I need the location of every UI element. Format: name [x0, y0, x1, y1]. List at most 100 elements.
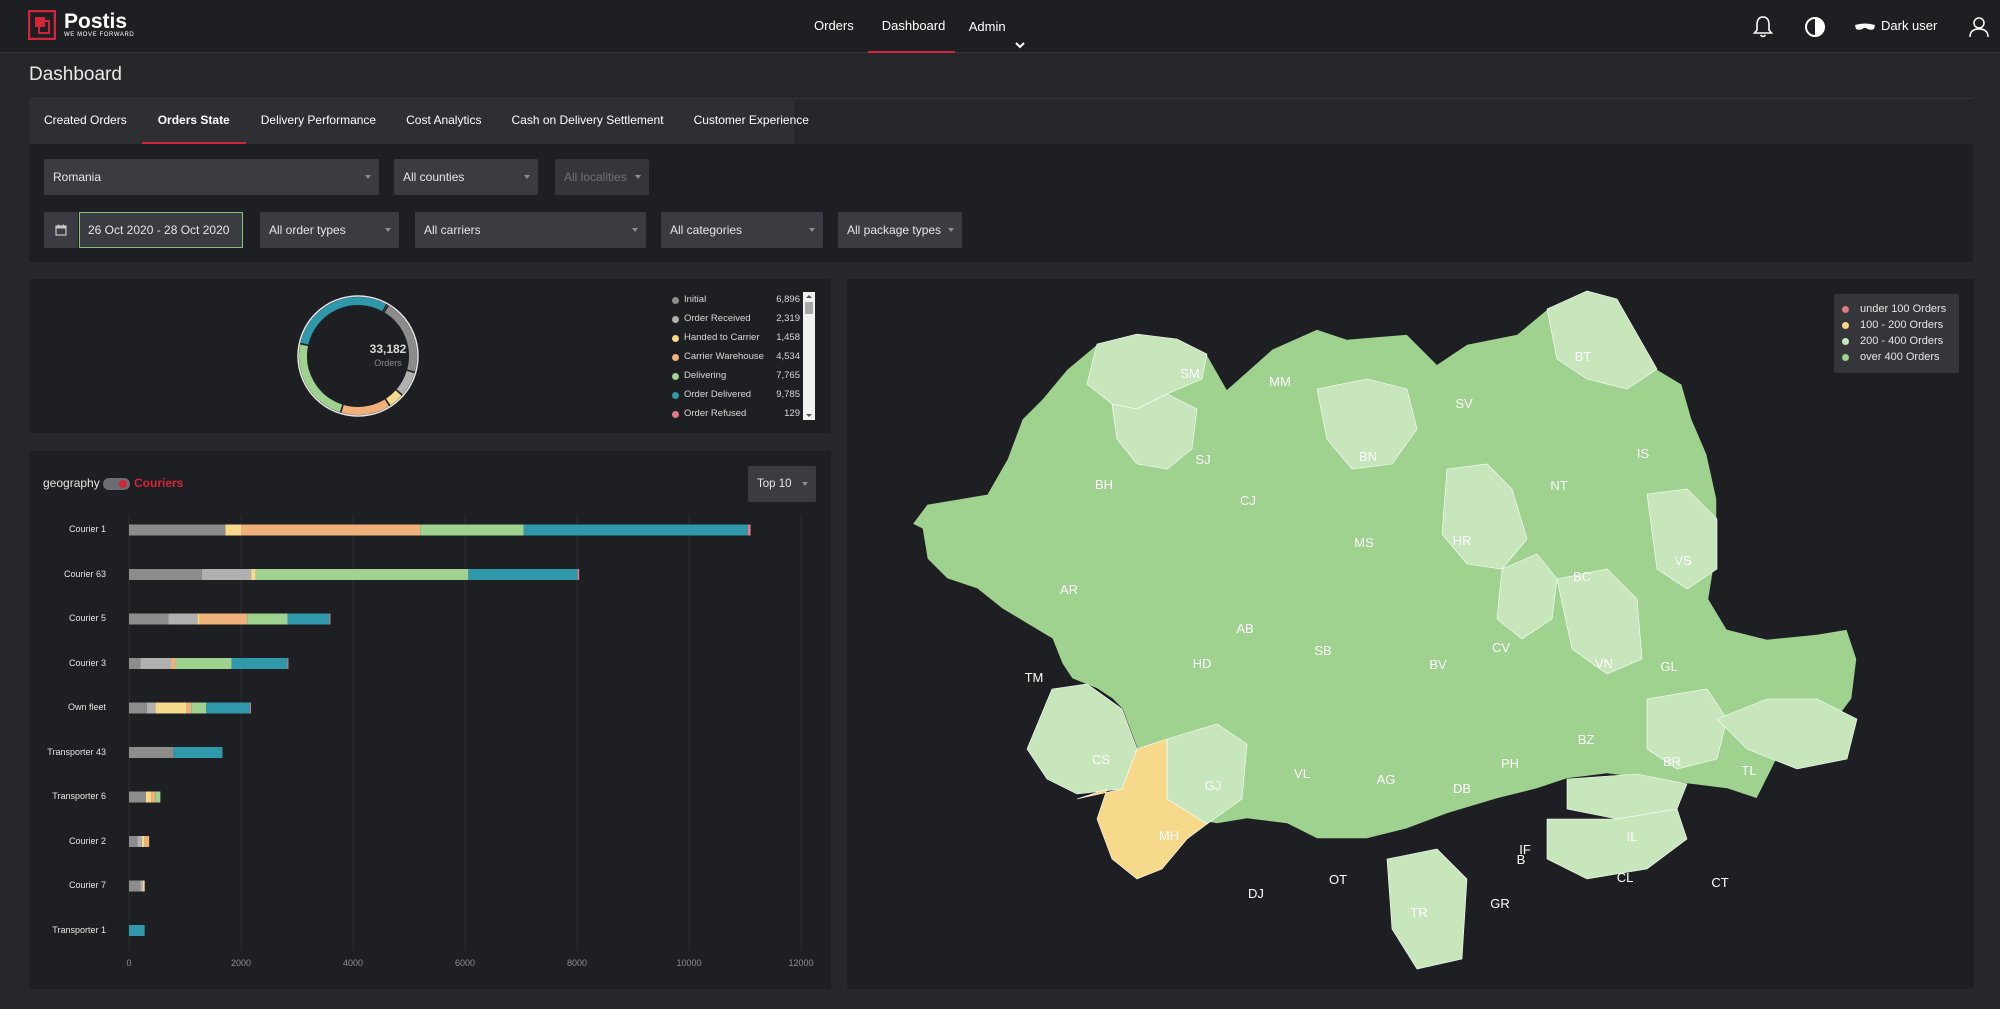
title-divider	[29, 98, 1973, 99]
map-legend-label: 100 - 200 Orders	[1860, 319, 1944, 331]
legend-name: Order Refused	[684, 408, 747, 419]
county-label-gj[interactable]: GJ	[1198, 778, 1228, 793]
county-label-b[interactable]: B	[1506, 852, 1536, 867]
caret-down-icon	[385, 228, 391, 232]
legend-scrollbar[interactable]	[803, 292, 815, 420]
county-label-vn[interactable]: VN	[1589, 656, 1619, 671]
logo[interactable]: Postis WE MOVE FORWARD	[27, 9, 135, 41]
county-label-cl[interactable]: CL	[1610, 870, 1640, 885]
legend-dot	[672, 354, 679, 361]
county-label-mm[interactable]: MM	[1265, 374, 1295, 389]
county-label-cs[interactable]: CS	[1086, 752, 1116, 767]
tab-orders-state[interactable]: Orders State	[141, 100, 246, 144]
county-label-bv[interactable]: BV	[1423, 657, 1453, 672]
localities-select-value: All localities	[564, 170, 627, 184]
carriers-select[interactable]: All carriers	[415, 212, 646, 248]
county-label-ot[interactable]: OT	[1323, 872, 1353, 887]
county-label-bt[interactable]: BT	[1568, 349, 1598, 364]
legend-name: Delivering	[684, 370, 727, 381]
county-label-hr[interactable]: HR	[1447, 533, 1477, 548]
caret-down-icon	[365, 175, 371, 179]
legend-dot	[672, 297, 679, 304]
county-label-bc[interactable]: BC	[1567, 569, 1597, 584]
caret-down-icon	[809, 228, 815, 232]
caret-down-icon	[524, 175, 530, 179]
county-label-sj[interactable]: SJ	[1188, 452, 1218, 467]
county-label-sv[interactable]: SV	[1449, 396, 1479, 411]
romania-map	[910, 290, 1858, 970]
county-label-vl[interactable]: VL	[1287, 766, 1317, 781]
top-n-select[interactable]: Top 10	[748, 466, 816, 502]
county-label-is[interactable]: IS	[1628, 446, 1658, 461]
geography-couriers-toggle[interactable]	[103, 478, 130, 490]
tab-customer-experience[interactable]: Customer Experience	[679, 100, 824, 144]
map-legend-dot	[1842, 306, 1849, 313]
county-label-sm[interactable]: SM	[1175, 366, 1205, 381]
county-label-ag[interactable]: AG	[1371, 772, 1401, 787]
romania-map-panel: SM MM SV BT SJ BN IS BH CJ NT MS HR VS BC AR AB HD SB BV CV…	[847, 279, 1974, 989]
tab-created-orders[interactable]: Created Orders	[29, 100, 142, 144]
county-label-vs[interactable]: VS	[1668, 553, 1698, 568]
donut-slice[interactable]	[300, 297, 387, 345]
county-label-ab[interactable]: AB	[1230, 621, 1260, 636]
toggle-knob	[119, 480, 127, 488]
contrast-icon[interactable]	[1802, 14, 1828, 40]
user-name[interactable]: Dark user	[1881, 18, 1937, 33]
couriers-label: Couriers	[134, 476, 184, 490]
county-label-dj[interactable]: DJ	[1241, 886, 1271, 901]
county-label-bz[interactable]: BZ	[1571, 732, 1601, 747]
county-label-cj[interactable]: CJ	[1233, 493, 1263, 508]
county-label-ph[interactable]: PH	[1495, 756, 1525, 771]
nav-admin[interactable]: Admin	[955, 0, 1040, 53]
county-label-db[interactable]: DB	[1447, 781, 1477, 796]
counties-select[interactable]: All counties	[394, 159, 538, 195]
county-label-ms[interactable]: MS	[1349, 535, 1379, 550]
county-label-tr[interactable]: TR	[1404, 905, 1434, 920]
county-label-ar[interactable]: AR	[1054, 582, 1084, 597]
county-label-bh[interactable]: BH	[1089, 477, 1119, 492]
bar-category-label: Courier 1	[68, 524, 106, 534]
bell-icon[interactable]	[1750, 14, 1776, 40]
localities-select[interactable]: All localities	[555, 159, 649, 195]
county-label-bn[interactable]: BN	[1353, 449, 1383, 464]
caret-down-icon	[632, 228, 638, 232]
county-label-mh[interactable]: MH	[1154, 828, 1184, 843]
bar-category-label: Courier 7	[68, 880, 106, 890]
tab-cost-analytics[interactable]: Cost Analytics	[391, 100, 496, 144]
county-label-tl[interactable]: TL	[1734, 763, 1764, 778]
tab-cash-on-delivery-settlement[interactable]: Cash on Delivery Settlement	[496, 100, 678, 144]
county-label-br[interactable]: BR	[1657, 754, 1687, 769]
date-range-input[interactable]: 26 Oct 2020 - 28 Oct 2020	[79, 212, 243, 248]
county-label-hd[interactable]: HD	[1187, 656, 1217, 671]
nav-dashboard[interactable]: Dashboard	[867, 0, 955, 53]
caret-down-icon	[635, 175, 641, 179]
nav-admin-label: Admin	[968, 19, 1006, 34]
county-label-nt[interactable]: NT	[1544, 478, 1574, 493]
bar-category-label: Courier 2	[68, 835, 106, 846]
legend-value: 2,319	[776, 313, 800, 324]
x-axis-tick-label: 4000	[342, 958, 364, 968]
donut-slice[interactable]	[341, 399, 389, 415]
legend-dot	[672, 335, 679, 342]
x-axis-tick-label: 10000	[676, 958, 702, 968]
user-icon[interactable]	[1966, 14, 1992, 40]
categories-select[interactable]: All categories	[661, 212, 823, 248]
logo-tagline: WE MOVE FORWARD	[64, 32, 135, 38]
tab-delivery-performance[interactable]: Delivery Performance	[246, 100, 391, 144]
calendar-button[interactable]	[44, 212, 78, 248]
x-axis-tick-label: 2000	[230, 958, 252, 968]
bar-category-label: Courier 5	[68, 613, 106, 623]
county-label-cv[interactable]: CV	[1486, 640, 1516, 655]
legend-name: Handed to Carrier	[684, 332, 760, 343]
bar-category-label: Courier 63	[63, 568, 106, 579]
country-select[interactable]: Romania	[44, 159, 379, 195]
county-label-gl[interactable]: GL	[1654, 659, 1684, 674]
county-label-sb[interactable]: SB	[1308, 643, 1338, 658]
nav-orders[interactable]: Orders	[800, 0, 868, 53]
county-label-tm[interactable]: TM	[1019, 670, 1049, 685]
order-types-select[interactable]: All order types	[260, 212, 399, 248]
county-label-il[interactable]: IL	[1617, 829, 1647, 844]
package-types-select[interactable]: All package types	[838, 212, 962, 248]
county-label-gr[interactable]: GR	[1485, 896, 1515, 911]
county-label-ct[interactable]: CT	[1705, 875, 1735, 890]
